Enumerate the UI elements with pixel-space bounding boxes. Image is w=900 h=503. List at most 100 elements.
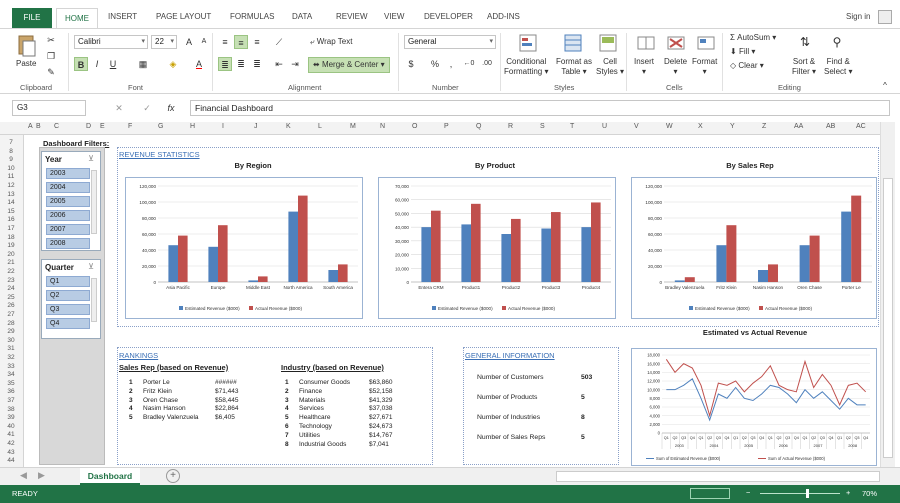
row-header[interactable]: 8	[0, 148, 22, 155]
align-center-icon[interactable]: ≣	[234, 57, 248, 71]
row-header[interactable]: 22	[0, 268, 22, 275]
column-header[interactable]: X	[698, 123, 703, 130]
row-header[interactable]: 31	[0, 345, 22, 352]
align-top-icon[interactable]: ≡	[218, 35, 232, 49]
decrease-decimal-icon[interactable]: .00	[480, 57, 494, 71]
collapse-ribbon-icon[interactable]: ^	[878, 79, 892, 93]
find-select-button[interactable]: Find & Select ▾	[824, 57, 852, 77]
row-header[interactable]: 26	[0, 302, 22, 309]
align-middle-icon[interactable]: ≡	[234, 35, 248, 49]
bold-icon[interactable]: B	[74, 57, 88, 71]
underline-icon[interactable]: U	[106, 57, 120, 71]
column-header[interactable]: M	[350, 123, 356, 130]
year-slicer-item[interactable]: 2005	[46, 196, 90, 207]
row-header[interactable]: 35	[0, 380, 22, 387]
tab-formulas[interactable]: FORMULAS	[230, 12, 274, 21]
row-header[interactable]: 28	[0, 320, 22, 327]
font-name-select[interactable]: Calibri	[74, 35, 148, 49]
cell-styles-button[interactable]: Cell Styles ▾	[596, 57, 624, 77]
row-header[interactable]: 42	[0, 440, 22, 447]
accounting-format-icon[interactable]: $	[404, 57, 418, 71]
year-slicer-item[interactable]: 2004	[46, 182, 90, 193]
row-header[interactable]: 34	[0, 371, 22, 378]
column-header[interactable]: O	[412, 123, 417, 130]
worksheet[interactable]: Dashboard Filters: Year ⊻ 2003 2004 2005 20…	[25, 135, 880, 467]
scroll-tabs-right-icon[interactable]: ▶	[38, 470, 45, 481]
column-header[interactable]: N	[380, 123, 385, 130]
row-header[interactable]: 30	[0, 337, 22, 344]
quarter-slicer-item[interactable]: Q2	[46, 290, 90, 301]
quarter-slicer-item[interactable]: Q4	[46, 318, 90, 329]
row-header[interactable]: 40	[0, 423, 22, 430]
orientation-icon[interactable]: ⟋	[272, 35, 286, 49]
row-header[interactable]: 16	[0, 216, 22, 223]
format-as-table-button[interactable]: Format as Table ▾	[556, 57, 592, 77]
row-header[interactable]: 11	[0, 173, 22, 180]
wrap-text-button[interactable]: ⤶ Wrap Text	[310, 37, 352, 47]
fill-color-icon[interactable]: ◈	[166, 57, 180, 71]
zoom-slider[interactable]	[760, 493, 840, 494]
column-header[interactable]: D	[86, 123, 91, 130]
year-slicer-item[interactable]: 2007	[46, 224, 90, 235]
zoom-in-icon[interactable]: +	[846, 488, 850, 497]
row-header[interactable]: 24	[0, 285, 22, 292]
vertical-scrollbar[interactable]	[880, 122, 895, 467]
column-header[interactable]: U	[602, 123, 607, 130]
tab-developer[interactable]: DEVELOPER	[424, 12, 473, 21]
tab-insert[interactable]: INSERT	[108, 12, 137, 21]
column-header[interactable]: T	[570, 123, 574, 130]
cancel-icon[interactable]: ✕	[112, 101, 126, 115]
row-header[interactable]: 39	[0, 414, 22, 421]
formula-input[interactable]: Financial Dashboard	[190, 100, 890, 116]
tab-review[interactable]: REVIEW	[336, 12, 368, 21]
row-header[interactable]: 7	[0, 139, 22, 146]
insert-function-icon[interactable]: fx	[164, 101, 178, 115]
format-painter-icon[interactable]: ✎	[44, 65, 58, 79]
paste-button[interactable]: Paste	[16, 59, 36, 69]
column-header[interactable]: I	[222, 123, 224, 130]
fill-button[interactable]: ⬇ Fill ▾	[730, 47, 755, 57]
row-header[interactable]: 15	[0, 208, 22, 215]
name-box[interactable]: G3	[12, 100, 86, 116]
row-header[interactable]: 20	[0, 251, 22, 258]
row-header[interactable]: 12	[0, 182, 22, 189]
clear-filter-icon[interactable]: ⊻	[88, 262, 94, 271]
row-header[interactable]: 19	[0, 242, 22, 249]
column-header[interactable]: Z	[762, 123, 766, 130]
grow-font-icon[interactable]: A	[182, 35, 196, 49]
number-format-select[interactable]: General	[404, 35, 496, 49]
clear-filter-icon[interactable]: ⊻	[88, 154, 94, 163]
row-header[interactable]: 33	[0, 363, 22, 370]
cut-icon[interactable]: ✂	[44, 33, 58, 47]
column-header[interactable]: F	[128, 123, 132, 130]
align-bottom-icon[interactable]: ≡	[250, 35, 264, 49]
increase-indent-icon[interactable]: ⇥	[288, 57, 302, 71]
tab-home[interactable]: HOME	[56, 8, 98, 30]
conditional-formatting-button[interactable]: Conditional Formatting ▾	[504, 57, 548, 77]
shrink-font-icon[interactable]: A	[197, 35, 211, 49]
merge-center-button[interactable]: ⬌ Merge & Center ▾	[308, 57, 390, 73]
row-header[interactable]: 41	[0, 431, 22, 438]
italic-icon[interactable]: I	[90, 57, 104, 71]
copy-icon[interactable]: ❐	[44, 49, 58, 63]
normal-view-icon[interactable]	[690, 488, 730, 499]
row-header[interactable]: 17	[0, 225, 22, 232]
sheet-tab-dashboard[interactable]: Dashboard	[80, 468, 140, 485]
row-header[interactable]: 32	[0, 354, 22, 361]
align-right-icon[interactable]: ≣	[250, 57, 264, 71]
decrease-indent-icon[interactable]: ⇤	[272, 57, 286, 71]
row-header[interactable]: 9	[0, 156, 22, 163]
row-header[interactable]: 38	[0, 406, 22, 413]
column-header[interactable]: E	[100, 123, 105, 130]
row-header[interactable]: 25	[0, 294, 22, 301]
year-slicer-scrollbar[interactable]	[91, 170, 97, 234]
year-slicer-item[interactable]: 2003	[46, 168, 90, 179]
column-header[interactable]: K	[286, 123, 291, 130]
clear-button[interactable]: ◇ Clear ▾	[730, 61, 764, 71]
column-header[interactable]: H	[190, 123, 195, 130]
sign-in-link[interactable]: Sign in	[846, 12, 870, 21]
column-header[interactable]: G	[158, 123, 163, 130]
column-header[interactable]: AA	[794, 123, 803, 130]
quarter-slicer-item[interactable]: Q3	[46, 304, 90, 315]
row-header[interactable]: 36	[0, 388, 22, 395]
